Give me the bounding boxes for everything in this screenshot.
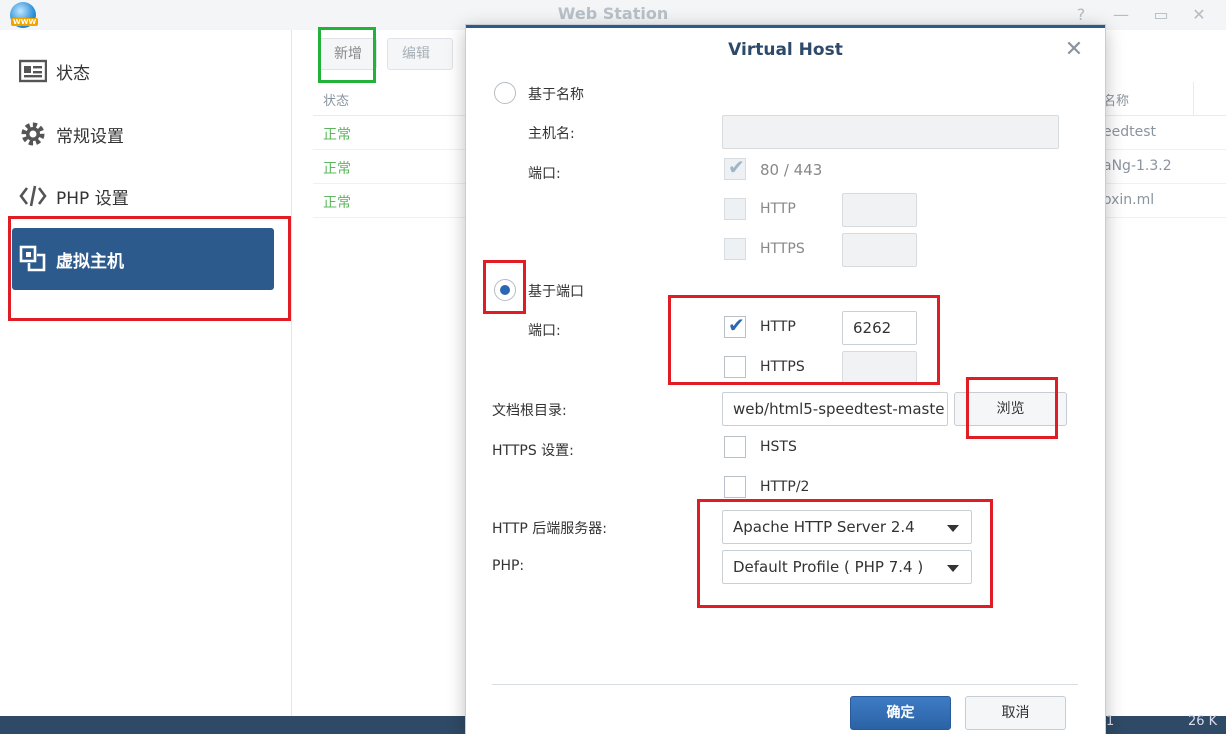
http-label: HTTP <box>760 319 796 335</box>
checkmark-icon: ✔ <box>728 155 745 179</box>
hsts-checkbox[interactable] <box>724 436 746 458</box>
virtual-host-dialog: Virtual Host ✕ 基于名称 主机名: 端口: ✔ 80 / 443 … <box>466 25 1105 734</box>
ok-button[interactable]: 确定 <box>850 696 951 730</box>
docroot-label: 文档根目录: <box>492 403 567 419</box>
radio-by-name[interactable] <box>494 82 516 104</box>
window-title: Web Station <box>557 4 669 23</box>
name-port-label: 端口: <box>528 166 561 182</box>
name-https-port-input[interactable] <box>842 233 917 267</box>
backend-label: HTTP 后端服务器: <box>492 521 607 537</box>
hsts-label: HSTS <box>760 439 797 455</box>
php-select[interactable]: Default Profile ( PHP 7.4 ) <box>722 550 972 584</box>
footer-divider <box>492 684 1078 685</box>
by-port-label: 基于端口 <box>528 284 584 300</box>
column-divider <box>1193 82 1194 116</box>
page-count: 1 <box>1106 714 1115 729</box>
php-value: Default Profile ( PHP 7.4 ) <box>733 558 924 576</box>
browse-button[interactable]: 浏览 <box>954 392 1067 426</box>
dialog-title: Virtual Host <box>728 40 843 60</box>
http-port-input[interactable]: 6262 <box>842 311 917 345</box>
checkmark-icon: ✔ <box>728 313 745 337</box>
name-https-label: HTTPS <box>760 241 805 257</box>
default-port-checkbox[interactable]: ✔ <box>724 155 746 180</box>
php-label: PHP: <box>492 558 525 574</box>
by-name-label: 基于名称 <box>528 87 584 103</box>
https-settings-label: HTTPS 设置: <box>492 443 574 459</box>
chevron-down-icon <box>947 565 959 572</box>
hostname-label: 主机名: <box>528 126 575 142</box>
sidebar-item-label: 虚拟主机 <box>56 251 124 272</box>
gear-icon <box>18 119 48 149</box>
row-status: 正常 <box>323 127 351 143</box>
https-checkbox[interactable] <box>724 356 746 378</box>
row-name: oxin.ml <box>1103 192 1155 208</box>
sidebar-item-php-settings[interactable]: PHP 设置 <box>12 165 274 227</box>
port-label: 端口: <box>528 323 561 339</box>
sidebar-item-general-settings[interactable]: 常规设置 <box>12 103 274 165</box>
http2-label: HTTP/2 <box>760 479 810 495</box>
row-name: eedtest <box>1103 124 1156 140</box>
status-card-icon <box>18 56 48 86</box>
row-name: aNg-1.3.2 <box>1103 158 1172 174</box>
name-http-port-input[interactable] <box>842 193 917 227</box>
hostname-input[interactable] <box>722 115 1059 149</box>
minimize-button[interactable]: — <box>1111 5 1131 25</box>
chevron-down-icon <box>947 525 959 532</box>
close-window-button[interactable]: ✕ <box>1189 5 1209 25</box>
https-port-input[interactable] <box>842 351 917 385</box>
default-port-label: 80 / 443 <box>760 161 823 179</box>
sidebar-item-label: PHP 设置 <box>56 188 129 209</box>
http-checkbox[interactable]: ✔ <box>724 313 746 338</box>
name-https-checkbox[interactable] <box>724 238 746 260</box>
radio-by-port[interactable] <box>494 279 516 301</box>
cancel-button[interactable]: 取消 <box>965 696 1066 730</box>
sidebar-item-status[interactable]: 状态 <box>12 40 274 102</box>
row-status: 正常 <box>323 161 351 177</box>
http2-checkbox[interactable] <box>724 476 746 498</box>
help-button[interactable]: ? <box>1071 5 1091 25</box>
name-http-label: HTTP <box>760 201 796 217</box>
close-icon[interactable]: ✕ <box>1062 38 1086 62</box>
docroot-input[interactable]: web/html5-speedtest-maste <box>722 392 948 426</box>
edit-button[interactable]: 编辑 <box>387 38 453 70</box>
https-label: HTTPS <box>760 359 805 375</box>
backend-value: Apache HTTP Server 2.4 <box>733 518 915 536</box>
column-name[interactable]: 名称 <box>1103 90 1129 109</box>
sidebar-item-label: 状态 <box>56 63 90 84</box>
sidebar-item-label: 常规设置 <box>56 126 124 147</box>
backend-select[interactable]: Apache HTTP Server 2.4 <box>722 510 972 544</box>
name-http-checkbox[interactable] <box>724 198 746 220</box>
row-status: 正常 <box>323 195 351 211</box>
add-button[interactable]: 新增 <box>319 38 377 70</box>
virtual-host-icon <box>18 244 48 274</box>
sidebar-item-virtual-host[interactable]: 虚拟主机 <box>12 228 274 290</box>
code-icon <box>18 181 48 211</box>
column-status[interactable]: 状态 <box>323 90 349 109</box>
size-readout: 26 K <box>1188 714 1218 729</box>
maximize-button[interactable]: ▭ <box>1151 5 1171 25</box>
sidebar: 状态 常规设置 PHP 设置 虚拟主机 <box>0 30 292 716</box>
